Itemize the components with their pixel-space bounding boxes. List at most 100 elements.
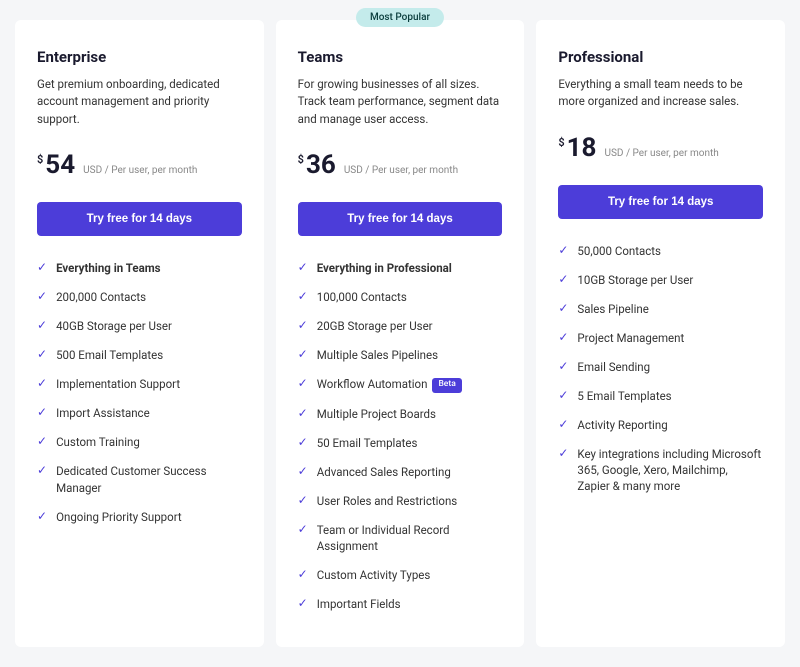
feature-item: ✓ Multiple Sales Pipelines <box>298 347 503 363</box>
feature-text: 200,000 Contacts <box>56 290 146 304</box>
feature-item: ✓50 Email Templates <box>298 435 503 451</box>
feature-text-wrap: Custom Training <box>56 434 140 450</box>
check-icon: ✓ <box>558 272 568 288</box>
check-icon: ✓ <box>298 318 308 334</box>
currency-symbol: $ <box>37 153 43 166</box>
check-icon: ✓ <box>37 463 47 479</box>
check-icon: ✓ <box>558 388 568 404</box>
feature-text: 500 Email Templates <box>56 348 163 362</box>
feature-text-wrap: 50 Email Templates <box>317 435 418 451</box>
feature-text-wrap: Import Assistance <box>56 405 150 421</box>
feature-text: Multiple Project Boards <box>317 407 436 421</box>
feature-text: Important Fields <box>317 597 401 611</box>
try-free-button[interactable]: Try free for 14 days <box>298 202 503 236</box>
feature-item: ✓ Dedicated Customer Success Manager <box>37 463 242 495</box>
feature-item: ✓Everything in Teams <box>37 260 242 276</box>
feature-text-wrap: Team or Individual Record Assignment <box>317 522 503 554</box>
check-icon: ✓ <box>298 464 308 480</box>
feature-item: ✓Import Assistance <box>37 405 242 421</box>
feature-item: ✓Sales Pipeline <box>558 301 763 317</box>
features-list: ✓Everything in Teams✓200,000 Contacts✓40… <box>37 260 242 525</box>
check-icon: ✓ <box>298 347 308 363</box>
feature-item: ✓Activity Reporting <box>558 417 763 433</box>
feature-item: ✓ Multiple Project Boards <box>298 406 503 422</box>
feature-text: Multiple Sales Pipelines <box>317 348 438 362</box>
feature-text-wrap: Activity Reporting <box>577 417 667 433</box>
feature-text-wrap: 100,000 Contacts <box>317 289 407 305</box>
feature-text-wrap: Custom Activity Types <box>317 567 431 583</box>
check-icon: ✓ <box>37 347 47 363</box>
check-icon: ✓ <box>558 359 568 375</box>
price-amount: 18 <box>567 133 597 163</box>
feature-text-wrap: Advanced Sales Reporting <box>317 464 451 480</box>
feature-text: Implementation Support <box>56 377 180 391</box>
plan-title: Enterprise <box>37 48 242 66</box>
price-unit: USD / Per user, per month <box>344 165 458 176</box>
feature-item: ✓ Workflow AutomationBeta <box>298 376 503 392</box>
feature-item: ✓ Email Sending <box>558 359 763 375</box>
feature-item: ✓ 200,000 Contacts <box>37 289 242 305</box>
price-row: $36USD / Per user, per month <box>298 150 503 180</box>
feature-item: ✓User Roles and Restrictions <box>298 493 503 509</box>
feature-text: Custom Activity Types <box>317 568 431 582</box>
feature-text: Email Sending <box>577 360 650 374</box>
feature-text: Activity Reporting <box>577 418 667 432</box>
feature-text-wrap: Ongoing Priority Support <box>56 509 182 525</box>
feature-item: ✓ Advanced Sales Reporting <box>298 464 503 480</box>
feature-item: ✓ 40GB Storage per User <box>37 318 242 334</box>
feature-item: ✓ 20GB Storage per User <box>298 318 503 334</box>
feature-item: ✓Important Fields <box>298 596 503 612</box>
feature-item: ✓ 50,000 Contacts <box>558 243 763 259</box>
plan-description: Get premium onboarding, dedicated accoun… <box>37 76 242 128</box>
feature-text: Everything in Teams <box>56 261 161 275</box>
feature-text-wrap: 5 Email Templates <box>577 388 671 404</box>
feature-text: 10GB Storage per User <box>577 273 693 287</box>
feature-text: 100,000 Contacts <box>317 290 407 304</box>
feature-text: Workflow Automation <box>317 377 428 391</box>
feature-text-wrap: Multiple Project Boards <box>317 406 436 422</box>
check-icon: ✓ <box>298 567 308 583</box>
check-icon: ✓ <box>298 406 308 422</box>
check-icon: ✓ <box>298 376 308 392</box>
feature-text-wrap: Multiple Sales Pipelines <box>317 347 438 363</box>
feature-text-wrap: Everything in Teams <box>56 260 161 276</box>
price-unit: USD / Per user, per month <box>604 148 718 159</box>
feature-text-wrap: 50,000 Contacts <box>577 243 661 259</box>
price-unit: USD / Per user, per month <box>83 165 197 176</box>
check-icon: ✓ <box>558 243 568 259</box>
check-icon: ✓ <box>37 318 47 334</box>
plan-description: Everything a small team needs to be more… <box>558 76 763 111</box>
feature-text-wrap: 40GB Storage per User <box>56 318 172 334</box>
check-icon: ✓ <box>298 522 308 538</box>
plan-title: Professional <box>558 48 763 66</box>
price-row: $18 USD / Per user, per month <box>558 133 763 163</box>
check-icon: ✓ <box>558 446 568 462</box>
check-icon: ✓ <box>298 260 308 276</box>
feature-text: Team or Individual Record Assignment <box>317 523 450 553</box>
feature-text: Custom Training <box>56 435 140 449</box>
feature-text-wrap: Workflow AutomationBeta <box>317 376 462 392</box>
feature-text: 50 Email Templates <box>317 436 418 450</box>
feature-text-wrap: Important Fields <box>317 596 401 612</box>
feature-text-wrap: Project Management <box>577 330 684 346</box>
feature-text-wrap: Everything in Professional <box>317 260 452 276</box>
feature-text: 5 Email Templates <box>577 389 671 403</box>
features-list: ✓50,000 Contacts✓10GB Storage per User✓S… <box>558 243 763 495</box>
try-free-button[interactable]: Try free for 14 days <box>37 202 242 236</box>
currency-symbol: $ <box>558 136 564 149</box>
feature-item: ✓Key integrations including Microsoft 36… <box>558 446 763 494</box>
feature-text: 20GB Storage per User <box>317 319 433 333</box>
price-amount: 36 <box>306 150 336 180</box>
feature-text-wrap: User Roles and Restrictions <box>317 493 458 509</box>
feature-text: Everything in Professional <box>317 261 452 275</box>
feature-text: Advanced Sales Reporting <box>317 465 451 479</box>
feature-text-wrap: Dedicated Customer Success Manager <box>56 463 242 495</box>
feature-text: Sales Pipeline <box>577 302 648 316</box>
try-free-button[interactable]: Try free for 14 days <box>558 185 763 219</box>
feature-text-wrap: 200,000 Contacts <box>56 289 146 305</box>
feature-item: ✓Ongoing Priority Support <box>37 509 242 525</box>
check-icon: ✓ <box>37 289 47 305</box>
feature-text: Project Management <box>577 331 684 345</box>
price-amount: 54 <box>45 150 75 180</box>
plan-title: Teams <box>298 48 503 66</box>
